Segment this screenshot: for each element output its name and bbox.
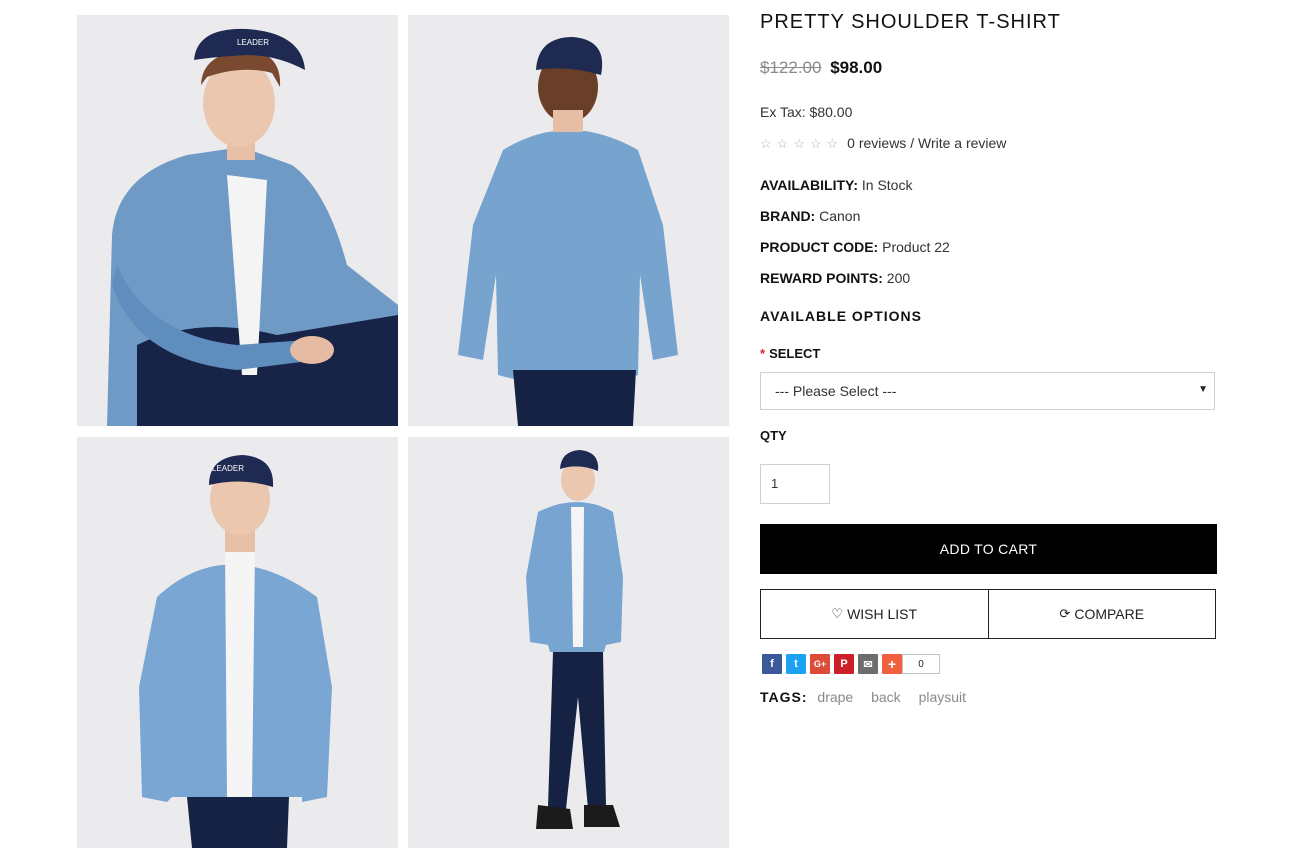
star-icon: ☆ (826, 136, 839, 151)
google-plus-icon[interactable]: G+ (810, 654, 830, 674)
product-code-value: Product 22 (882, 239, 950, 255)
option-select[interactable]: --- Please Select --- ▼ (760, 372, 1215, 410)
refresh-icon: ⟳ (1059, 606, 1071, 621)
cap-text: LEADER (237, 38, 269, 47)
required-mark: * (760, 346, 766, 361)
email-icon[interactable]: ✉ (858, 654, 878, 674)
tag-link[interactable]: back (871, 689, 901, 705)
product-title: PRETTY SHOULDER T-SHIRT (760, 11, 1061, 33)
wish-list-button[interactable]: ♡ WISH LIST (761, 590, 988, 638)
model-back-illustration (408, 15, 729, 426)
qty-label: QTY (760, 428, 787, 443)
rating-row: ☆ ☆ ☆ ☆ ☆ 0 reviews / Write a review (760, 135, 1006, 152)
product-code: PRODUCT CODE: Product 22 (760, 239, 950, 255)
reward-points-value: 200 (886, 270, 911, 286)
star-icon: ☆ (809, 136, 822, 151)
reward-points-label: REWARD POINTS: (760, 270, 883, 286)
select-value: --- Please Select --- (775, 383, 897, 399)
product-image-1[interactable]: LEADER (77, 15, 398, 426)
review-separator: / (906, 135, 918, 151)
tags-row: TAGS: drape back playsuit (760, 689, 980, 705)
brand-link[interactable]: Canon (819, 208, 860, 224)
dropdown-arrow-icon: ▼ (1198, 384, 1208, 395)
wish-list-label: WISH LIST (847, 606, 918, 622)
ex-tax-price: Ex Tax: $80.00 (760, 104, 853, 120)
tag-link[interactable]: drape (817, 689, 853, 705)
compare-label: COMPARE (1074, 606, 1145, 622)
old-price: $122.00 (760, 58, 822, 77)
select-label-text: SELECT (769, 346, 821, 361)
availability-label: AVAILABILITY: (760, 177, 858, 193)
product-image-3[interactable]: LEADER (77, 437, 398, 848)
availability-value: In Stock (861, 177, 913, 193)
pinterest-icon[interactable]: P (834, 654, 854, 674)
share-buttons: f t G+ P ✉ + 0 (762, 654, 940, 674)
brand-label: BRAND: (760, 208, 816, 224)
twitter-icon[interactable]: t (786, 654, 806, 674)
heart-icon: ♡ (831, 606, 844, 621)
model-full-illustration (408, 437, 729, 848)
select-label: * SELECT (760, 346, 820, 361)
availability: AVAILABILITY: In Stock (760, 177, 912, 193)
product-gallery: LEADER LEADER (77, 15, 730, 849)
available-options-heading: AVAILABLE OPTIONS (760, 308, 922, 324)
reviews-link[interactable]: 0 reviews (847, 135, 906, 151)
current-price: $98.00 (830, 58, 883, 77)
brand: BRAND: Canon (760, 208, 860, 224)
reward-points: REWARD POINTS: 200 (760, 270, 910, 286)
star-icon: ☆ (760, 136, 772, 151)
tags-label: TAGS: (760, 689, 808, 705)
facebook-icon[interactable]: f (762, 654, 782, 674)
write-review-link[interactable]: Write a review (918, 135, 1006, 151)
rating-stars: ☆ ☆ ☆ ☆ ☆ (760, 135, 847, 151)
price-row: $122.00 $98.00 (760, 58, 882, 78)
tag-link[interactable]: playsuit (919, 689, 966, 705)
more-share-icon[interactable]: + (882, 654, 902, 674)
star-icon: ☆ (793, 136, 805, 151)
qty-input[interactable]: 1 (760, 464, 830, 504)
compare-button[interactable]: ⟳ COMPARE (987, 590, 1216, 638)
wishlist-compare-row: ♡ WISH LIST ⟳ COMPARE (760, 589, 1216, 639)
product-image-4[interactable] (408, 437, 729, 848)
model-seated-illustration: LEADER (77, 15, 398, 426)
star-icon: ☆ (776, 136, 789, 151)
model-front-illustration: LEADER (77, 437, 398, 848)
product-image-2[interactable] (408, 15, 729, 426)
share-count: 0 (902, 654, 940, 674)
product-code-label: PRODUCT CODE: (760, 239, 879, 255)
cap-text: LEADER (212, 464, 244, 473)
add-to-cart-button[interactable]: ADD TO CART (760, 524, 1217, 574)
